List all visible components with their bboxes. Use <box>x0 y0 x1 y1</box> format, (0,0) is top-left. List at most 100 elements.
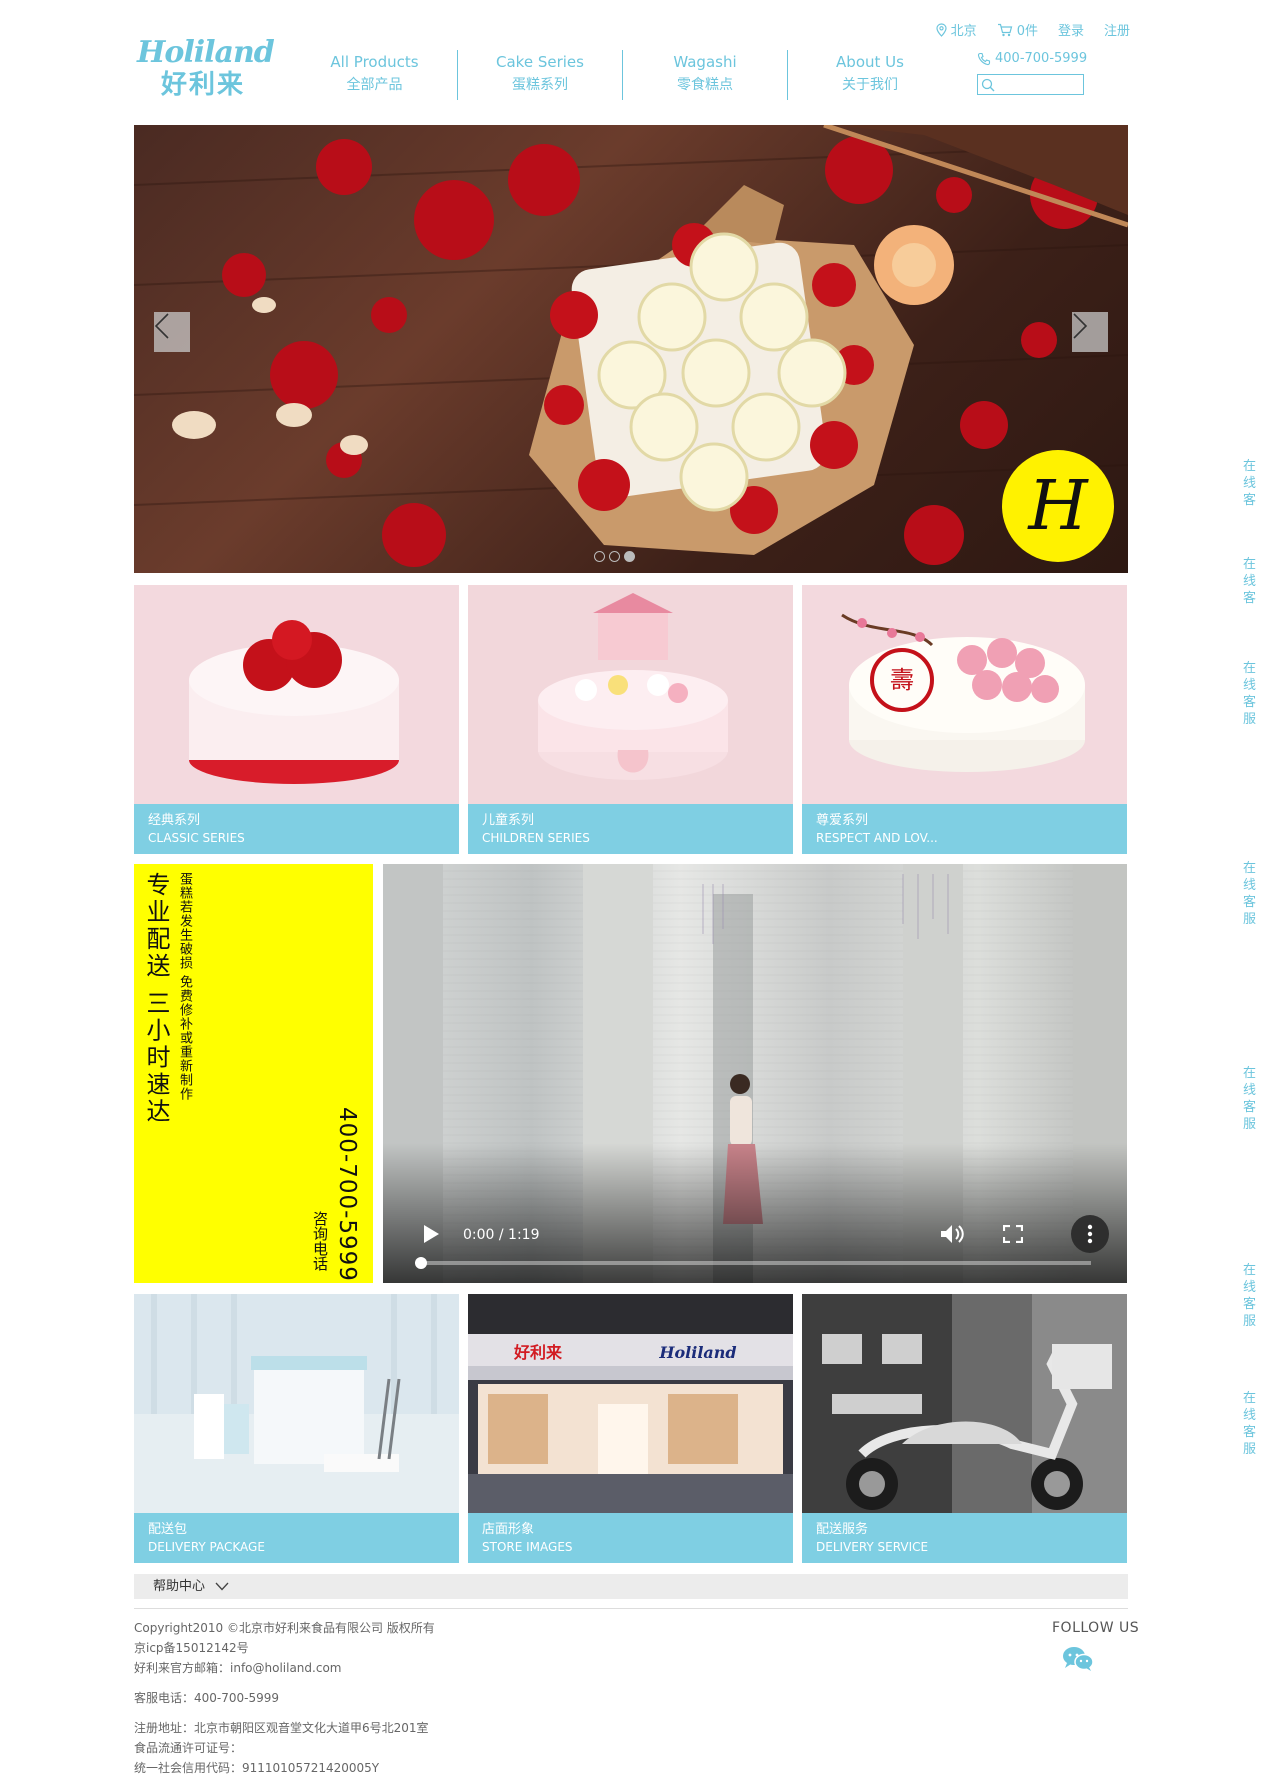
phone-icon <box>977 52 991 65</box>
video-progress-bar[interactable] <box>415 1257 1091 1269</box>
card-children-series[interactable]: 儿童系列 CHILDREN SERIES <box>468 585 793 854</box>
footer-service-phone: 客服电话：400-700-5999 <box>134 1691 280 1705</box>
footer-icp[interactable]: 京icp备15012142号 <box>134 1638 435 1658</box>
cart-count: 0件 <box>1016 24 1038 39</box>
card-classic-series[interactable]: 经典系列 CLASSIC SERIES <box>134 585 459 854</box>
nav-label-cn: 全部产品 <box>346 77 403 93</box>
card-delivery-package[interactable]: 配送包 DELIVERY PACKAGE <box>134 1294 459 1563</box>
card-title-en: RESPECT AND LOV... <box>816 831 938 845</box>
wechat-icon[interactable] <box>1062 1646 1094 1672</box>
classic-cake-image <box>134 585 459 804</box>
children-cake-image <box>468 585 793 804</box>
card-title-cn: 配送包 <box>148 1522 188 1537</box>
footer-info: Copyright2010 ©北京市好利来食品有限公司 版权所有 京icp备15… <box>134 1618 435 1778</box>
footer-credit-code: 统一社会信用代码：91110105721420005Y <box>134 1761 380 1775</box>
card-delivery-service[interactable]: 配送服务 DELIVERY SERVICE <box>802 1294 1127 1563</box>
card-title-en: DELIVERY PACKAGE <box>148 1540 265 1554</box>
volume-icon[interactable] <box>939 1223 965 1245</box>
fullscreen-icon[interactable] <box>1003 1225 1023 1243</box>
card-title-cn: 儿童系列 <box>482 813 535 828</box>
online-service-tab[interactable]: 在线客服 <box>1243 1262 1257 1332</box>
search-icon[interactable] <box>981 78 995 92</box>
hero-image <box>134 125 1128 567</box>
svg-text:Holiland: Holiland <box>658 1343 736 1362</box>
card-caption: 经典系列 CLASSIC SERIES <box>134 804 459 854</box>
delivery-headline: 专业配送 三小时速达 <box>142 872 170 1126</box>
online-service-tab[interactable]: 在线客 <box>1243 458 1257 506</box>
nav-item-about-us[interactable]: About Us 关于我们 <box>787 50 952 100</box>
footer-license: 食品流通许可证号： <box>134 1741 243 1755</box>
search-input[interactable] <box>998 75 1078 94</box>
location-pin-icon <box>936 22 947 37</box>
delivery-promo: 专业配送 三小时速达 蛋糕若发生破损 免费修补或重新制作 400-700-599… <box>134 864 373 1283</box>
online-service-tab[interactable]: 在线客 <box>1243 556 1257 604</box>
slider-next-button[interactable] <box>1072 312 1108 352</box>
city-label: 北京 <box>950 24 977 39</box>
card-caption: 儿童系列 CHILDREN SERIES <box>468 804 793 854</box>
follow-us-label: FOLLOW US <box>1052 1620 1140 1636</box>
login-link[interactable]: 登录 <box>1058 20 1084 39</box>
online-service-tab[interactable]: 在线客服 <box>1243 660 1257 730</box>
cart-link[interactable]: 0件 <box>997 20 1038 39</box>
online-service-tab[interactable]: 在线客服 <box>1243 1390 1257 1460</box>
delivery-package-image <box>134 1294 459 1513</box>
card-title-en: CLASSIC SERIES <box>148 831 245 845</box>
header-phone-number: 400-700-5999 <box>995 51 1088 66</box>
nav-label-en: All Products <box>330 53 419 71</box>
video-player[interactable]: 0:00 / 1:19 <box>383 864 1127 1283</box>
online-service-tab[interactable]: 在线客服 <box>1243 860 1257 930</box>
nav-label-en: Cake Series <box>496 53 584 71</box>
progress-thumb[interactable] <box>415 1257 427 1269</box>
footer-address: 注册地址：北京市朝阳区观音堂文化大道甲6号北201室 <box>134 1721 429 1735</box>
shopping-cart-icon <box>997 23 1012 36</box>
nav-label-cn: 蛋糕系列 <box>512 77 568 93</box>
video-time: 0:00 / 1:19 <box>463 1227 540 1243</box>
logo-text-en: Holiland <box>137 35 275 70</box>
city-selector[interactable]: 北京 <box>936 20 977 39</box>
register-link[interactable]: 注册 <box>1104 20 1130 39</box>
nav-label-en: Wagashi <box>673 53 737 71</box>
online-service-tab[interactable]: 在线客服 <box>1243 1065 1257 1135</box>
svg-text:壽: 壽 <box>890 666 914 694</box>
slider-dot[interactable] <box>594 551 605 562</box>
nav-item-wagashi[interactable]: Wagashi 零食糕点 <box>622 50 787 100</box>
delivery-phone: 400-700-5999 <box>334 1107 360 1282</box>
card-respect-series[interactable]: 壽 尊爱系列 RESPECT AND LOV... <box>802 585 1127 854</box>
header-phone: 400-700-5999 <box>977 51 1087 66</box>
slider-dot-active[interactable] <box>624 551 635 562</box>
footer-email: 好利来官方邮箱：info@holiland.com <box>134 1661 342 1675</box>
nav-label-cn: 零食糕点 <box>677 77 733 93</box>
more-options-button[interactable] <box>1071 1215 1109 1253</box>
play-icon[interactable] <box>421 1223 441 1245</box>
nav-label-cn: 关于我们 <box>842 77 898 93</box>
card-title-en: STORE IMAGES <box>482 1540 573 1554</box>
svg-text:好利来: 好利来 <box>513 1343 563 1362</box>
slider-dot[interactable] <box>609 551 620 562</box>
nav-item-cake-series[interactable]: Cake Series 蛋糕系列 <box>457 50 622 100</box>
slider-prev-button[interactable] <box>154 312 190 352</box>
delivery-service-image <box>802 1294 1127 1513</box>
footer-divider <box>134 1608 1128 1609</box>
card-store-images[interactable]: 好利来 Holiland 店面形象 STORE IMAGES <box>468 1294 793 1563</box>
nav-item-all-products[interactable]: All Products 全部产品 <box>292 50 457 100</box>
card-title-cn: 尊爱系列 <box>816 813 869 828</box>
card-title-cn: 店面形象 <box>482 1522 535 1537</box>
card-title-en: CHILDREN SERIES <box>482 831 590 845</box>
respect-cake-image: 壽 <box>802 585 1127 804</box>
logo[interactable]: Holiland 好利来 <box>137 35 282 101</box>
chevron-right-icon <box>1073 313 1088 339</box>
hero-slider[interactable]: H <box>134 125 1128 573</box>
footer-copyright: Copyright2010 ©北京市好利来食品有限公司 版权所有 <box>134 1621 435 1635</box>
slider-dots <box>594 551 635 562</box>
card-caption: 配送包 DELIVERY PACKAGE <box>134 1513 459 1563</box>
main-nav: All Products 全部产品 Cake Series 蛋糕系列 Wagas… <box>292 50 952 100</box>
delivery-detail: 蛋糕若发生破损 免费修补或重新制作 <box>177 872 192 1102</box>
card-caption: 店面形象 STORE IMAGES <box>468 1513 793 1563</box>
footer-spacer <box>134 1678 435 1688</box>
help-center-toggle[interactable]: 帮助中心 <box>134 1574 1128 1599</box>
chevron-down-icon <box>215 1582 229 1591</box>
brand-badge: H <box>1002 450 1114 562</box>
delivery-phone-label: 咨询电话 <box>311 1211 329 1271</box>
top-links: 北京 0件 登录 注册 <box>936 20 1130 39</box>
card-title-cn: 配送服务 <box>816 1522 869 1537</box>
